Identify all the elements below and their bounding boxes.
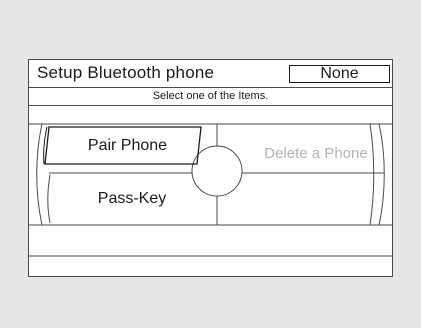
bluetooth-setup-screen: Setup Bluetooth phone None Select one of…: [28, 59, 393, 277]
menu-frame-graphic: [29, 123, 392, 257]
pair-phone-button[interactable]: Pair Phone: [50, 130, 205, 161]
delete-phone-button[interactable]: Delete a Phone: [246, 140, 386, 168]
pass-key-button[interactable]: Pass-Key: [62, 185, 202, 213]
